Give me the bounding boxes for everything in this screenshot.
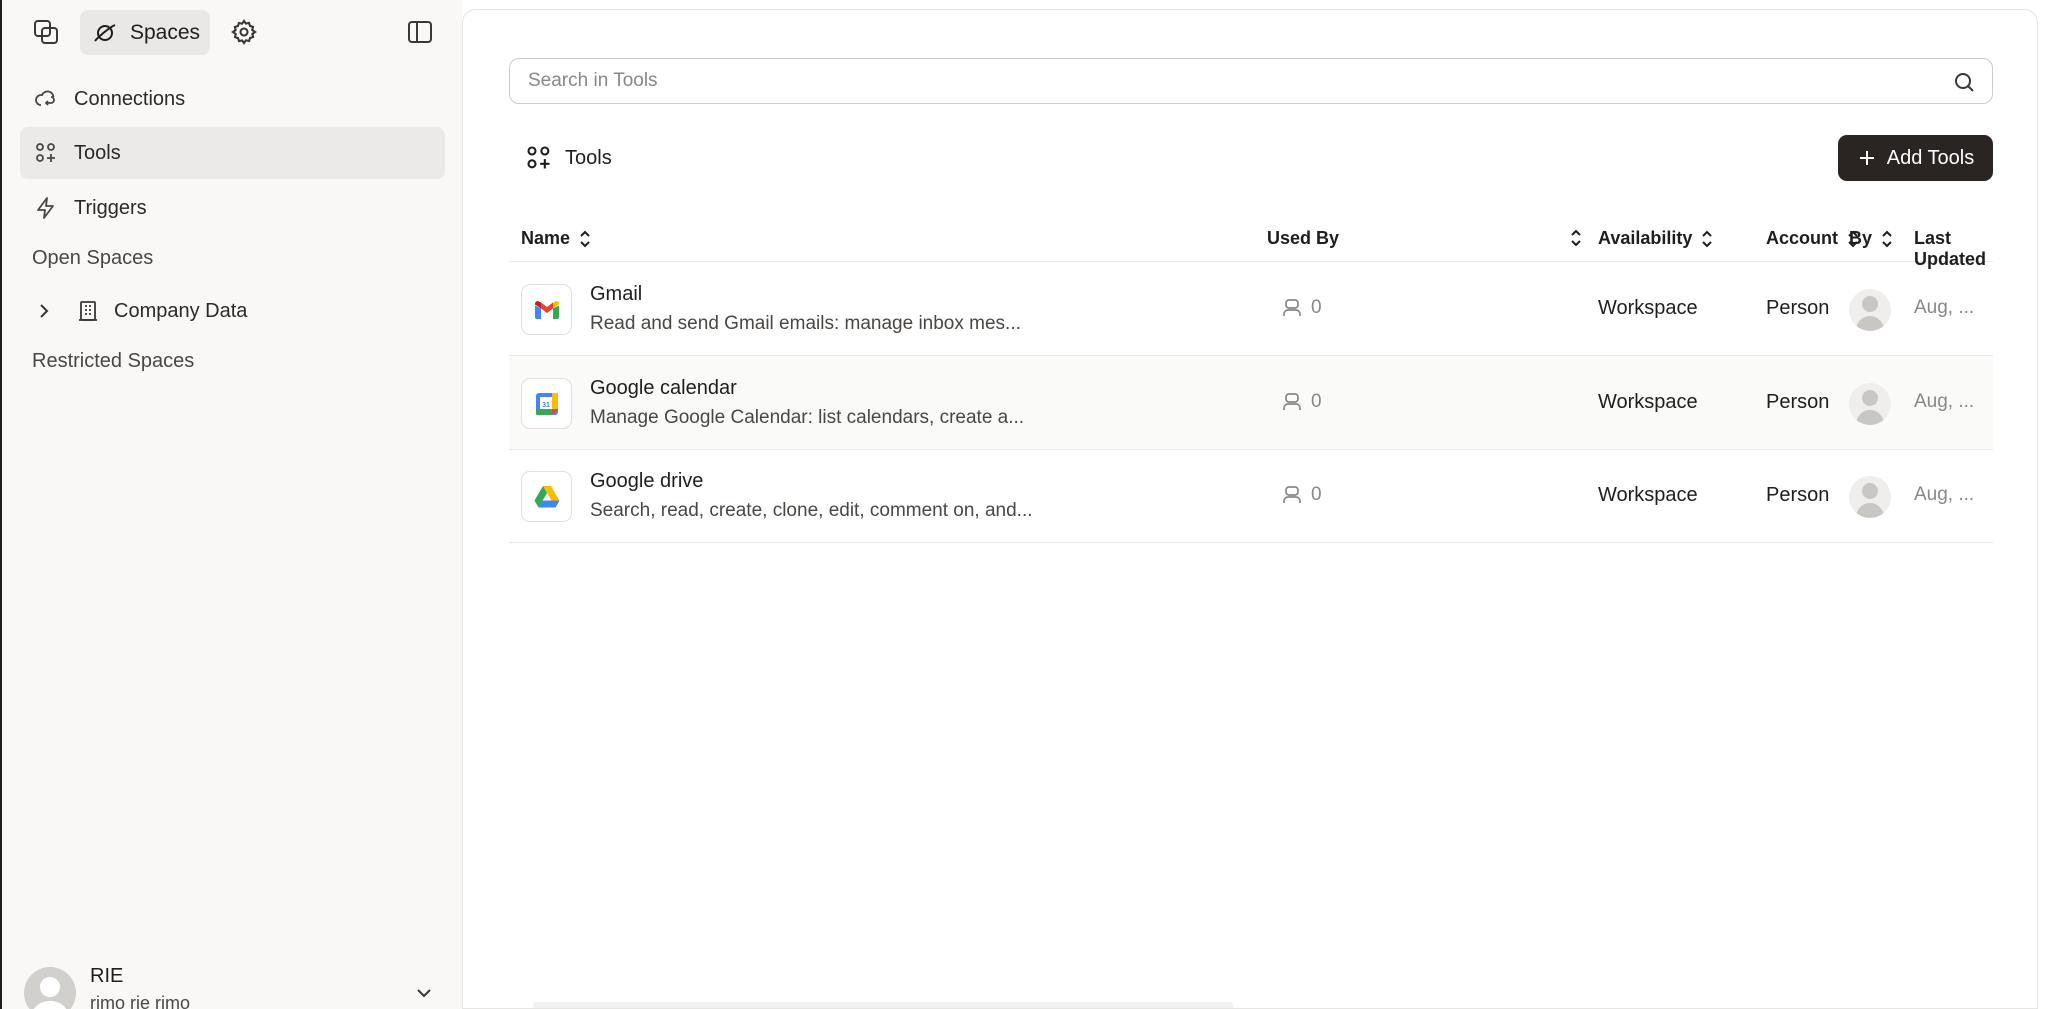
sort-icon[interactable] [1567, 228, 1585, 248]
spaces-button[interactable]: Spaces [80, 10, 210, 55]
avatar [1849, 289, 1891, 331]
sidebar-item-label: Triggers [74, 196, 147, 219]
sidebar-topbar: Spaces [2, 0, 462, 64]
gmail-icon [521, 284, 572, 335]
tool-description: Read and send Gmail emails: manage inbox… [590, 313, 1021, 334]
chevron-right-icon[interactable] [32, 299, 56, 323]
used-by-value: 0 [1311, 391, 1322, 412]
sidebar-item-triggers[interactable]: Triggers [20, 182, 445, 234]
search-input[interactable] [510, 70, 1910, 92]
search-bar[interactable] [509, 58, 1993, 104]
page-title: Tools [565, 146, 612, 169]
space-item-label: Company Data [114, 299, 248, 322]
account-value: Person [1766, 484, 1830, 506]
avatar [1849, 476, 1891, 518]
sidebar-item-tools[interactable]: Tools [20, 127, 445, 179]
used-by-value: 0 [1311, 484, 1322, 505]
settings-gear-icon[interactable] [224, 12, 264, 52]
last-updated-value: Aug, ... [1914, 391, 1975, 412]
restricted-spaces-heading: Restricted Spaces [32, 350, 195, 372]
sort-icon[interactable] [576, 229, 594, 249]
last-updated-value: Aug, ... [1914, 297, 1975, 318]
sidebar-item-connections[interactable]: Connections [20, 73, 445, 125]
google-drive-icon [521, 471, 572, 522]
add-tools-button[interactable]: Add Tools [1838, 135, 1993, 181]
cloud-sync-icon [34, 87, 58, 111]
add-tools-label: Add Tools [1886, 146, 1975, 169]
chevron-down-icon[interactable] [412, 981, 436, 1005]
sidebar: Spaces Connections Tools Triggers Open S… [0, 0, 462, 1009]
spaces-label: Spaces [130, 20, 201, 44]
space-item-company-data[interactable]: Company Data [32, 294, 247, 328]
column-label: Availability [1598, 228, 1693, 248]
search-icon[interactable] [1952, 70, 1976, 94]
availability-value: Workspace [1598, 297, 1698, 319]
column-label: Name [521, 228, 571, 248]
column-account[interactable]: Account [1766, 228, 1862, 249]
table-row[interactable]: Gmail Read and send Gmail emails: manage… [509, 263, 1993, 356]
user-subtitle: rimo rie rimo [90, 993, 191, 1009]
tools-grid-icon [34, 141, 58, 165]
last-updated-value: Aug, ... [1914, 484, 1975, 505]
account-value: Person [1766, 297, 1830, 319]
column-name[interactable]: Name [521, 228, 594, 249]
tool-description: Manage Google Calendar: list calendars, … [590, 407, 1025, 428]
lightning-icon [34, 196, 58, 220]
table-row[interactable]: 31 Google calendar Manage Google Calenda… [509, 357, 1993, 450]
used-by-count: 0 [1281, 484, 1322, 506]
svg-text:31: 31 [542, 402, 550, 409]
used-by-count: 0 [1281, 297, 1322, 319]
column-label: Used By [1267, 228, 1340, 248]
sort-icon[interactable] [1878, 229, 1896, 249]
google-calendar-icon: 31 [521, 378, 572, 429]
sort-icon[interactable] [1698, 229, 1716, 249]
agent-icon [1281, 391, 1303, 413]
main-panel: Tools Add Tools Name Used By Availabilit… [462, 9, 2038, 1009]
bottom-edge [533, 1002, 1233, 1008]
agent-icon [1281, 297, 1303, 319]
building-icon [76, 299, 100, 323]
column-label: By [1849, 228, 1873, 248]
user-name: RIE [90, 965, 124, 987]
avatar [1849, 383, 1891, 425]
avatar [24, 967, 76, 1009]
used-by-value: 0 [1311, 297, 1322, 318]
planet-icon [92, 20, 118, 46]
user-account-menu[interactable]: RIE rimo rie rimo [24, 965, 444, 1009]
tool-description: Search, read, create, clone, edit, comme… [590, 500, 1033, 521]
column-used-by[interactable]: Used By [1267, 228, 1339, 249]
tool-name: Google drive [590, 470, 704, 492]
section-header: Tools [525, 144, 612, 172]
app-switcher-icon[interactable] [26, 12, 66, 52]
sidebar-item-label: Connections [74, 87, 186, 110]
table-row[interactable]: Google drive Search, read, create, clone… [509, 450, 1993, 543]
sidebar-toggle-icon[interactable] [400, 12, 440, 52]
tools-grid-icon [525, 144, 553, 172]
open-spaces-heading: Open Spaces [32, 247, 154, 269]
plus-icon [1857, 148, 1877, 168]
agent-icon [1281, 484, 1303, 506]
tool-name: Google calendar [590, 377, 737, 399]
table-header: Name Used By Availability Account By Las… [509, 216, 1993, 269]
used-by-count: 0 [1281, 391, 1322, 413]
availability-value: Workspace [1598, 484, 1698, 506]
availability-value: Workspace [1598, 391, 1698, 413]
column-label: Account [1766, 228, 1838, 248]
sidebar-item-label: Tools [74, 141, 121, 164]
column-availability[interactable]: Availability [1598, 228, 1716, 249]
tool-name: Gmail [590, 283, 643, 305]
account-value: Person [1766, 391, 1830, 413]
used-by-sort[interactable] [1567, 228, 1585, 248]
column-by[interactable]: By [1849, 228, 1896, 249]
